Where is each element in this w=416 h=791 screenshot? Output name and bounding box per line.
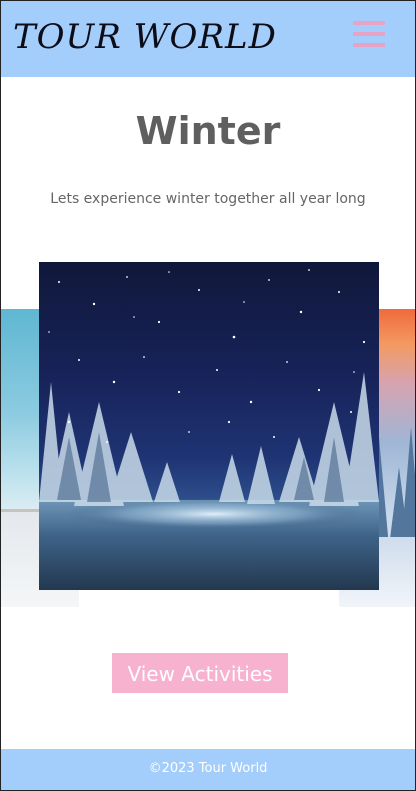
page-title: Winter xyxy=(135,109,281,153)
site-header: TOUR WORLD xyxy=(1,1,415,77)
menu-bar xyxy=(353,32,385,36)
page-subtitle: Lets experience winter together all year… xyxy=(50,191,366,207)
tree xyxy=(401,427,415,547)
menu-bar xyxy=(353,43,385,47)
night-forest-image xyxy=(39,269,379,590)
menu-bar xyxy=(353,21,385,25)
image-carousel xyxy=(1,259,415,609)
page: TOUR WORLD Winter Lets experience winter… xyxy=(0,0,416,791)
copyright-text: ©2023 Tour World xyxy=(148,761,268,776)
site-logo[interactable]: TOUR WORLD xyxy=(13,15,277,59)
hamburger-menu-icon[interactable] xyxy=(351,19,387,51)
site-footer: ©2023 Tour World xyxy=(1,749,415,790)
view-activities-button[interactable]: View Activities xyxy=(112,653,288,693)
night-snow-forest-slide[interactable] xyxy=(39,262,379,590)
